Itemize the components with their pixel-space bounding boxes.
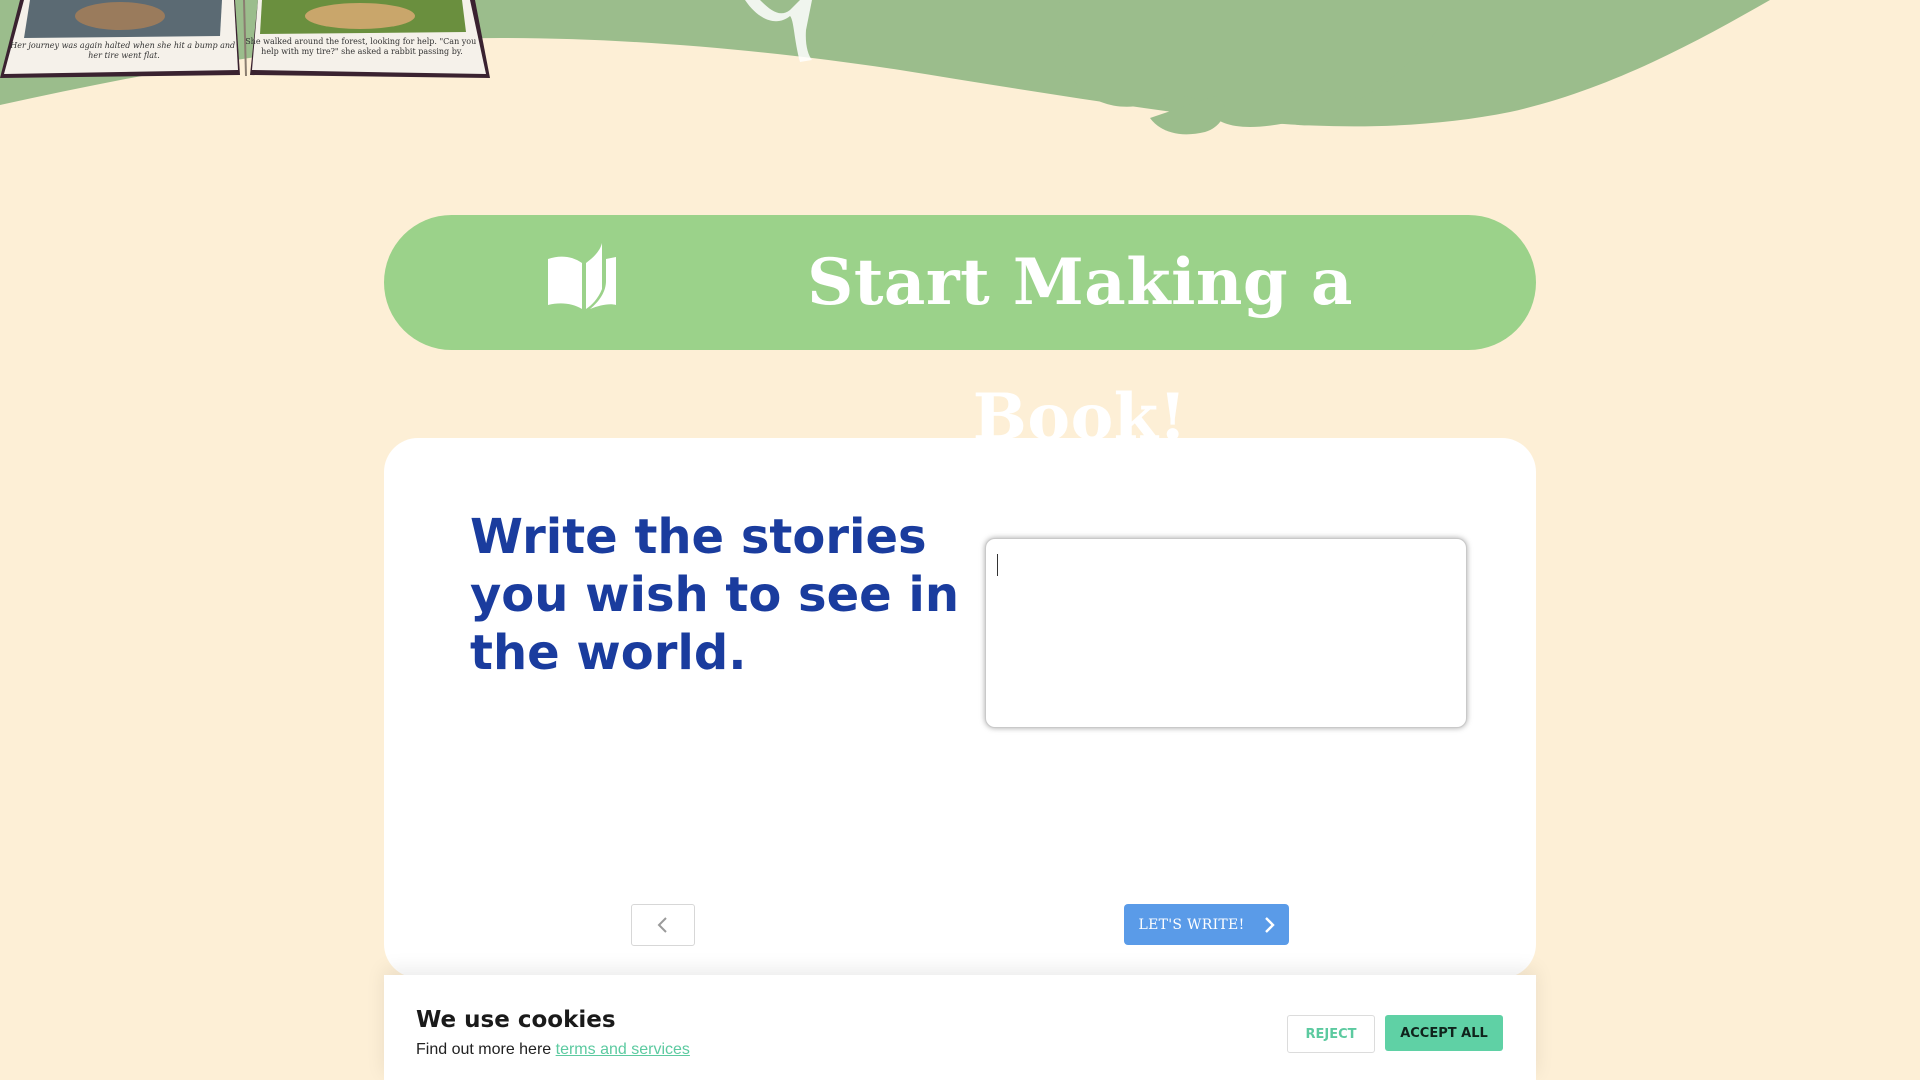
cookie-text: Find out more here <box>416 1041 556 1058</box>
story-headline: Write the stories you wish to see in the… <box>470 509 960 681</box>
terms-link[interactable]: terms and services <box>556 1041 690 1058</box>
hero-header: Her journey was again halted when she hi… <box>0 0 1920 140</box>
accept-all-cookies-button[interactable]: ACCEPT ALL <box>1385 1015 1503 1051</box>
lets-write-label: LET'S WRITE! <box>1138 916 1245 933</box>
story-text-input[interactable] <box>985 538 1467 728</box>
book-right-page-text: She walked around the forest, looking fo… <box>245 37 479 56</box>
lets-write-button[interactable]: LET'S WRITE! <box>1124 904 1289 945</box>
open-book-icon <box>548 243 616 309</box>
start-making-book-banner[interactable]: Start Making a Book! <box>384 215 1536 455</box>
reject-cookies-button[interactable]: REJECT <box>1287 1015 1375 1053</box>
banner-title: Start Making a Book! <box>807 245 1353 455</box>
story-card: Write the stories you wish to see in the… <box>384 438 1536 978</box>
cookie-banner: We use cookies Find out more here terms … <box>384 975 1536 1080</box>
open-picture-book-image: Her journey was again halted when she hi… <box>0 0 490 78</box>
text-caret <box>997 554 998 576</box>
previous-button[interactable] <box>631 904 695 946</box>
cookie-text-row: Find out more here terms and services <box>416 1041 690 1059</box>
chevron-right-icon <box>1264 916 1275 933</box>
chevron-left-icon <box>657 917 667 933</box>
cookie-title: We use cookies <box>416 1007 616 1033</box>
